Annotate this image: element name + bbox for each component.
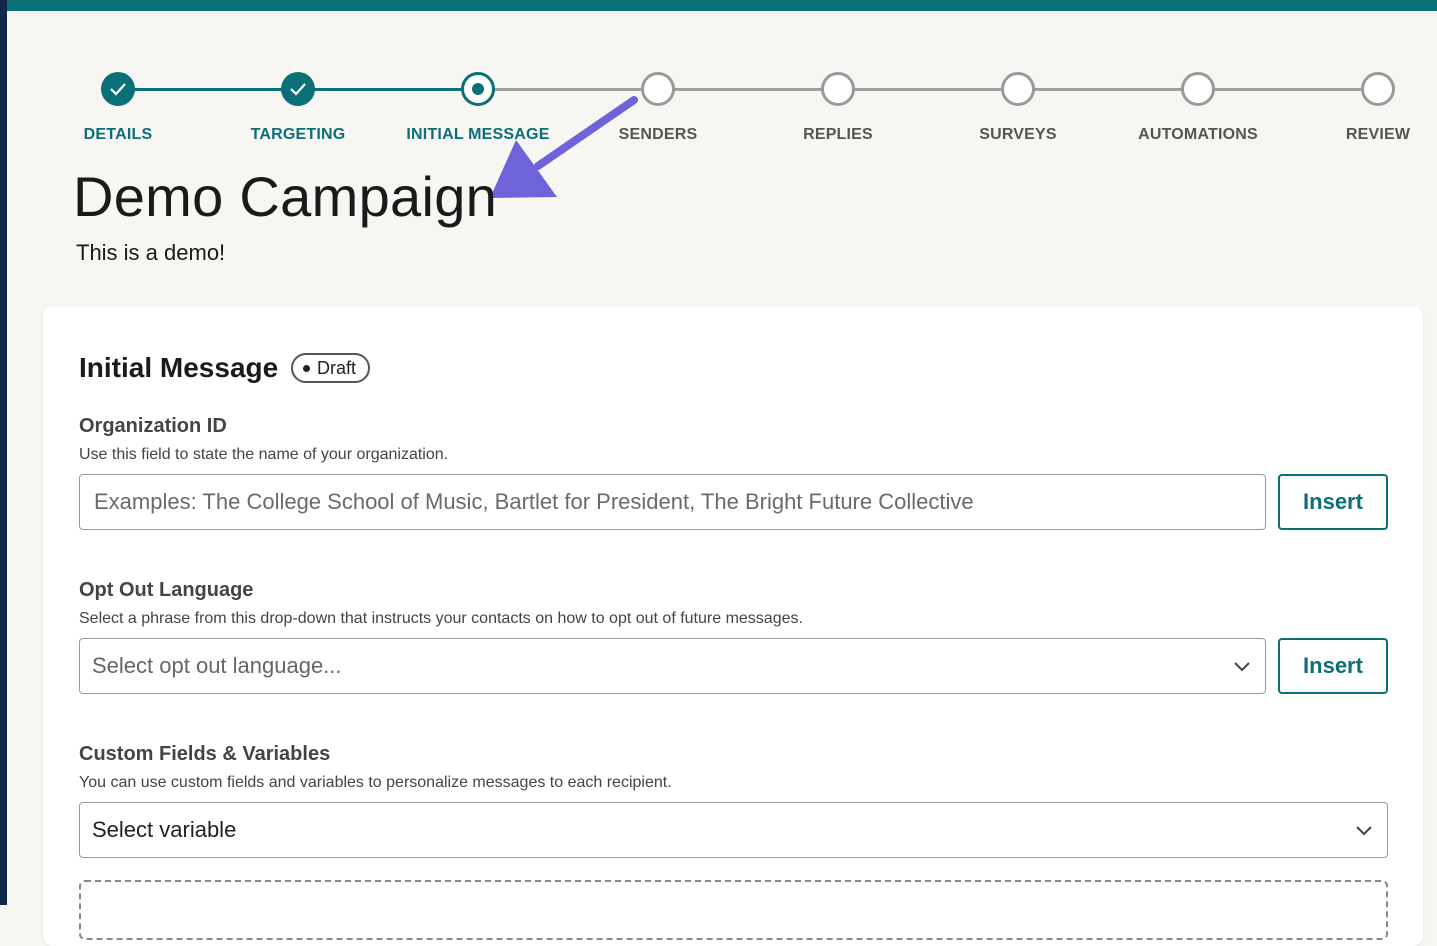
org-id-input[interactable]	[92, 488, 1253, 516]
custom-fields-help: You can use custom fields and variables …	[79, 774, 672, 791]
badge-label: Draft	[317, 357, 357, 378]
opt-out-label: Opt Out Language	[79, 579, 254, 601]
org-id-label: Organization ID	[79, 415, 227, 437]
message-dropzone[interactable]	[79, 880, 1388, 940]
insert-opt-out-button[interactable]: Insert	[1278, 638, 1388, 694]
custom-fields-label: Custom Fields & Variables	[79, 743, 331, 765]
campaign-title: Demo Campaign	[73, 165, 498, 228]
chevron-down-icon	[1356, 826, 1372, 836]
campaign-description: This is a demo!	[76, 240, 226, 265]
insert-org-button[interactable]: Insert	[1278, 474, 1388, 530]
variable-select[interactable]: Select variable	[79, 802, 1388, 858]
section-title: Initial Message	[79, 352, 279, 383]
chevron-down-icon	[1234, 662, 1250, 672]
status-badge: Draft	[291, 353, 371, 383]
opt-out-selected-value: Select opt out language...	[92, 653, 342, 678]
opt-out-select[interactable]: Select opt out language...	[79, 638, 1266, 694]
org-id-field[interactable]	[79, 474, 1266, 530]
variable-selected-value: Select variable	[92, 817, 237, 842]
badge-dot	[303, 364, 310, 372]
org-id-help: Use this field to state the name of your…	[79, 446, 449, 463]
opt-out-help: Select a phrase from this drop-down that…	[79, 610, 803, 627]
